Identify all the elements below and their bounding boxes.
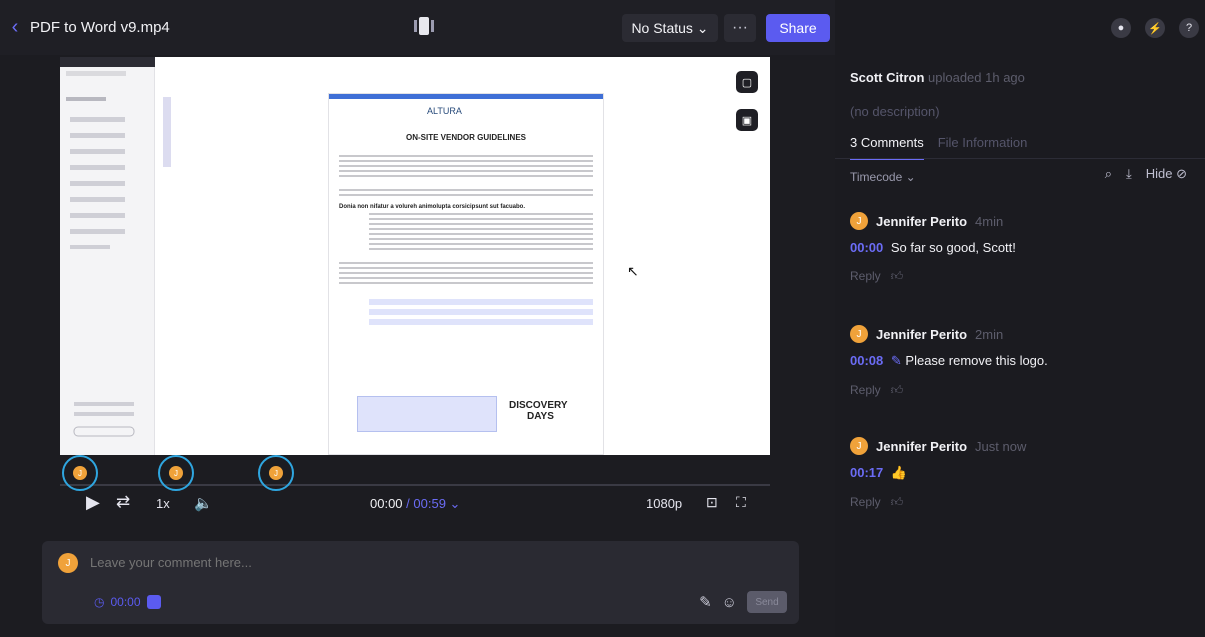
video-left-panel [60,57,155,455]
clock-icon: ◷ [94,595,105,609]
comment-author: Jennifer Perito [876,438,968,454]
duration-dropdown[interactable]: / 00:59 ⌄ [406,496,460,511]
comment-text: 👍 [890,465,908,480]
loop-icon[interactable]: ⇄ [116,492,130,512]
time-display[interactable]: 00:00 / 00:59 ⌄ [370,496,460,512]
help-icon[interactable]: ? [1179,18,1199,38]
annotation-overlay-icon[interactable]: ▣ [736,109,758,131]
upload-time: uploaded 1h ago [928,70,1025,85]
description[interactable]: (no description) [850,104,940,119]
comment-item[interactable]: J Jennifer Perito Just now 00:17 👍 Reply… [850,437,1190,510]
status-dropdown[interactable]: No Status ⌄ [622,14,718,42]
comment-item[interactable]: J Jennifer Perito 2min 00:08 ✎ Please re… [850,325,1190,398]
avatar: J [850,437,868,455]
app: ‹ PDF to Word v9.mp4 No Status ⌄ ··· Sha… [0,0,1205,637]
volume-icon[interactable]: 🔈 [194,494,213,512]
comment-timecode[interactable]: 00:08 [850,353,883,368]
document-section-heading: Donia non nifatur a volureh animolupta c… [339,204,526,210]
comment-timecode[interactable]: 00:17 [850,465,883,480]
comment-marker[interactable]: J [62,455,98,491]
user-icon[interactable]: ● [1111,18,1131,38]
send-button[interactable]: Send [747,591,787,613]
cursor-icon: ↖ [627,263,639,279]
signature-box [357,396,497,432]
player-controls: ▶ ⇄ 1x 🔈 00:00 / 00:59 ⌄ 1080p ⊡ ⛶ [60,490,770,520]
comment-time: 4min [975,213,1004,229]
hide-completed-toggle[interactable]: Hide ⊘ [1146,166,1187,182]
uploader-name: Scott Citron [850,70,925,85]
comment-author: Jennifer Perito [876,213,968,229]
composer-timecode: 00:00 [110,595,141,609]
video-frame[interactable]: ALTURA ON-SITE VENDOR GUIDELINES Donia n… [60,57,770,455]
document-page: ALTURA ON-SITE VENDOR GUIDELINES Donia n… [328,93,604,455]
emoji-icon[interactable]: ☺ [722,594,737,611]
search-icon[interactable]: ⌕ [1105,166,1112,182]
timeline-scrubber[interactable]: J J J [60,455,770,491]
comment-composer: J ◷ 00:00 ✎ ☺ Send [42,541,799,624]
comment-text: So far so good, Scott! [890,240,1016,255]
comment-time: Just now [975,438,1027,454]
comments-panel: ● ⚡ ? Scott Citron uploaded 1h ago (no d… [835,0,1205,637]
timecode-sort-dropdown[interactable]: Timecode ⌄ [850,170,916,184]
like-icon[interactable]: 👍︎ [884,269,904,283]
avatar: J [850,325,868,343]
comment-timecode[interactable]: 00:00 [850,240,883,255]
lightning-icon[interactable]: ⚡ [1145,18,1165,38]
comment-text: Please remove this logo. [905,353,1048,368]
current-time: 00:00 [370,496,403,511]
panel-icons: ● ⚡ ? [1111,18,1199,38]
composer-tools: ✎ ☺ Send [699,591,787,613]
comment-author: Jennifer Perito [876,326,968,342]
comment-input[interactable] [90,555,590,570]
safe-zone-icon[interactable]: ⊡ [706,494,718,511]
timecode-checkbox[interactable] [146,595,161,609]
play-icon[interactable]: ▶ [86,492,100,513]
comment-marker[interactable]: J [258,455,294,491]
compare-icon[interactable] [412,15,436,37]
more-options-button[interactable]: ··· [724,14,756,42]
tab-comments[interactable]: 3 Comments [850,135,924,160]
reply-button[interactable]: Reply [850,495,881,509]
document-header-bar [329,94,603,99]
comment-time: 2min [975,326,1004,342]
tab-file-information[interactable]: File Information [938,135,1028,160]
comment-item[interactable]: J Jennifer Perito 4min 00:00 So far so g… [850,212,1190,284]
uploader-info: Scott Citron uploaded 1h ago [850,70,1025,85]
panel-tabs: 3 Comments File Information [850,135,1027,160]
tabs-divider [835,158,1205,159]
reply-button[interactable]: Reply [850,383,881,397]
file-title: PDF to Word v9.mp4 [30,19,170,36]
composer-avatar: J [58,553,78,573]
comment-marker[interactable]: J [158,455,194,491]
avatar: J [850,212,868,230]
video-toolbar-strip [163,97,171,167]
timecode-toggle[interactable]: ◷ 00:00 [94,595,161,609]
draw-icon[interactable]: ✎ [699,593,712,611]
download-icon[interactable]: ⤓ [1126,166,1132,182]
document-title: ON-SITE VENDOR GUIDELINES [405,133,526,142]
like-icon[interactable]: 👍︎ [884,383,904,397]
share-button[interactable]: Share [766,14,830,42]
top-bar: ‹ PDF to Word v9.mp4 No Status ⌄ ··· Sha… [0,0,835,55]
discovery-days-logo: DISCOVERY DAYS [509,400,568,422]
speed-button[interactable]: 1x [156,496,170,511]
annotation-icon: ✎ [890,353,902,368]
comment-tools: ⌕ ⤓ Hide ⊘ [1105,166,1187,182]
quality-button[interactable]: 1080p [646,496,682,511]
comment-overlay-icon[interactable]: ▢ [736,71,758,93]
fullscreen-icon[interactable]: ⛶ [736,494,746,511]
chevron-left-icon[interactable]: ‹ [0,16,30,39]
altura-logo: ALTURA [427,106,462,116]
like-icon[interactable]: 👍︎ [884,495,904,509]
reply-button[interactable]: Reply [850,269,881,283]
